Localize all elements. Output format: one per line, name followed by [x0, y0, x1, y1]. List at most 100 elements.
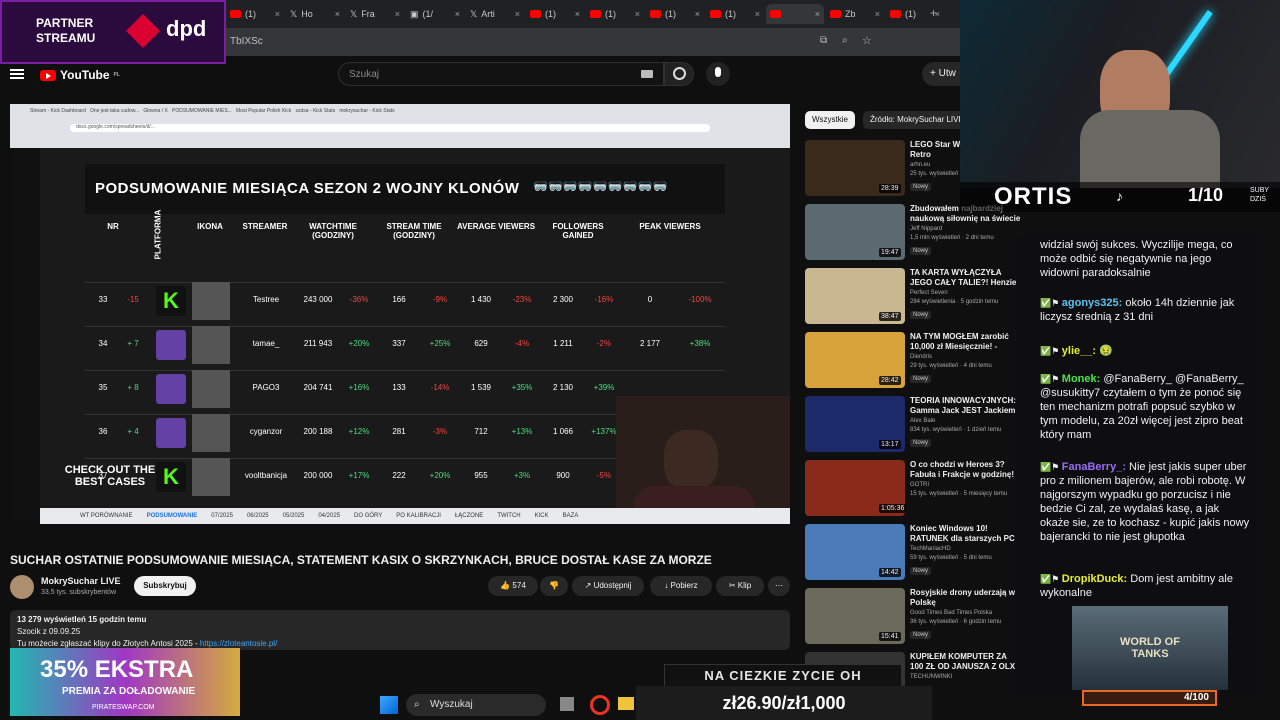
video-player[interactable]: Stream - Kick Dashboard One jest taka cu… — [10, 104, 790, 524]
video-title[interactable]: KUPIŁEM KOMPUTER ZA 100 ZŁ OD JANUSZA Z … — [910, 652, 1022, 672]
recommended-video[interactable]: 19:47 Zbudowałem najbardziej naukową siło… — [805, 204, 1020, 264]
channel-name[interactable]: TECHUNWINKI — [910, 674, 952, 680]
chat-username[interactable]: Monek: — [1062, 373, 1101, 385]
channel-name[interactable]: TechManiacHD — [910, 546, 951, 552]
browser-tab[interactable]: 𝕏 Fra × — [346, 4, 404, 24]
youtube-logo[interactable]: YouTube PL — [40, 68, 120, 82]
close-icon[interactable]: × — [275, 9, 280, 19]
channel-name[interactable]: Diendris — [910, 354, 932, 360]
more-actions-button[interactable]: ⋯ — [768, 576, 790, 596]
chat-text: Nie jest jakis super uber pro z milionem… — [1040, 461, 1250, 543]
youtube-icon — [650, 10, 661, 18]
browser-tab[interactable]: (1) × — [586, 4, 644, 24]
close-icon[interactable]: × — [755, 9, 760, 19]
recommended-video[interactable]: 1:05:36 O co chodzi w Heroes 3? Fabuła i … — [805, 460, 1014, 520]
browser-tab[interactable]: × — [766, 4, 824, 24]
chat-username[interactable]: FanaBerry_: — [1062, 461, 1126, 473]
close-icon[interactable]: × — [395, 9, 400, 19]
chat-username[interactable]: agonys325: — [1062, 297, 1123, 309]
close-icon[interactable]: × — [515, 9, 520, 19]
browser-tab[interactable]: (1) × — [646, 4, 704, 24]
video-title[interactable]: TEORIA INNOWACYJNYCH: Gamma Jack JEST Ja… — [910, 396, 1022, 416]
task-view-icon[interactable] — [560, 697, 574, 711]
channel-name[interactable]: Jeff Nippard — [910, 226, 942, 232]
video-title[interactable]: NA TYM MOGŁEM zarobić 10,000 zł Miesięcz… — [910, 332, 1022, 352]
sheet-tab[interactable]: BAZA — [563, 513, 579, 519]
search-input[interactable]: Szukaj — [338, 62, 664, 86]
zoom-icon[interactable]: ⌕ — [842, 35, 848, 46]
recommended-video[interactable]: 13:17 TEORIA INNOWACYJNYCH: Gamma Jack JE… — [805, 396, 1016, 456]
voice-search-button[interactable] — [706, 62, 730, 86]
clip-button[interactable]: ✂ Klip — [716, 576, 764, 596]
browser-tab[interactable]: ▣ (1/ × — [406, 4, 464, 24]
sheet-tabs: WT PORÓWNANIE PODSUMOWANIE 07/2025 06/2025 0… — [40, 508, 790, 524]
sheet-tab[interactable]: PODSUMOWANIE — [147, 513, 198, 519]
browser-tab[interactable]: 𝕏 Ho × — [286, 4, 344, 24]
video-title[interactable]: Koniec Windows 10! RATUNEK dla starszych… — [910, 524, 1022, 544]
browser-tab[interactable]: (1) × — [526, 4, 584, 24]
create-button[interactable]: + Utw — [922, 62, 962, 86]
channel-name[interactable]: Perfect Seven — [910, 290, 948, 296]
channel-name[interactable]: Good Times Bad Times Polska — [910, 610, 992, 616]
sheet-cell: PAGO3 — [252, 383, 280, 392]
like-button[interactable]: 👍 574 — [488, 576, 538, 596]
browser-tab[interactable]: (1) × — [226, 4, 284, 24]
channel-avatar[interactable] — [10, 575, 34, 599]
description-link[interactable]: https://zloteantosie.pl/ — [200, 639, 277, 648]
sheet-tab[interactable]: ŁĄCZONE — [455, 513, 483, 519]
browser-tab[interactable]: (1) × — [706, 4, 764, 24]
recommended-video[interactable]: 14:42 Koniec Windows 10! RATUNEK dla star… — [805, 524, 1015, 584]
search-button[interactable] — [664, 62, 694, 86]
chip-all[interactable]: Wszystkie — [805, 111, 855, 129]
video-title[interactable]: TA KARTA WYŁĄCZYŁA JEGO CAŁY TALIE?! Hen… — [910, 268, 1022, 288]
install-icon[interactable]: ⧉ — [820, 35, 827, 46]
close-icon[interactable]: × — [875, 9, 880, 19]
close-icon[interactable]: × — [695, 9, 700, 19]
close-icon[interactable]: × — [575, 9, 580, 19]
close-icon[interactable]: × — [335, 9, 340, 19]
video-title[interactable]: Rosyjskie drony uderzają w Polskę — [910, 588, 1022, 608]
channel-name[interactable]: Alex Bale — [910, 418, 935, 424]
channel-name[interactable]: GOTRI — [910, 482, 929, 488]
close-icon[interactable]: × — [635, 9, 640, 19]
channel-name[interactable]: arhn.eu — [910, 162, 930, 168]
recommended-video[interactable]: 28:42 NA TYM MOGŁEM zarobić 10,000 zł Mie… — [805, 332, 1009, 392]
youtube-play-icon — [40, 69, 56, 81]
sheet-cell: +20% — [429, 471, 451, 480]
subscribe-button[interactable]: Subskrybuj — [134, 576, 196, 596]
dislike-button[interactable]: 👎 — [540, 576, 568, 596]
chat-username[interactable]: DropikDuck: — [1062, 573, 1127, 585]
chat-username[interactable]: ylie__: — [1062, 345, 1096, 357]
sheet-tab[interactable]: 05/2025 — [283, 513, 305, 519]
windows-start-icon[interactable] — [380, 696, 398, 714]
sheet-cell: 1 066 — [552, 427, 574, 436]
close-icon[interactable]: × — [815, 9, 820, 19]
thumbs-down-icon: 👎 — [549, 581, 559, 590]
sheet-tab[interactable]: TWITCH — [497, 513, 520, 519]
recommended-video[interactable]: 15:41 Rosyjskie drony uderzają w Polskę Go… — [805, 588, 1015, 648]
share-button[interactable]: ↗ Udostępnij — [572, 576, 644, 596]
sheet-tab[interactable]: WT PORÓWNANIE — [80, 513, 133, 519]
bookmark-star-icon[interactable]: ☆ — [862, 34, 872, 47]
sheet-tab[interactable]: DO GÓRY — [354, 513, 382, 519]
recommended-video[interactable]: 38:47 TA KARTA WYŁĄCZYŁA JEGO CAŁY TALIE?… — [805, 268, 1016, 328]
taskbar-search[interactable]: ⌕ Wyszukaj — [406, 694, 546, 716]
folder-icon[interactable] — [618, 697, 634, 710]
sheet-tab[interactable]: 04/2025 — [318, 513, 340, 519]
chip-source[interactable]: Źródło: MokrySuchar LIVE — [863, 111, 971, 129]
new-tab-button[interactable]: + — [930, 6, 937, 20]
channel-name[interactable]: MokrySuchar LIVE — [41, 576, 121, 586]
menu-icon[interactable] — [10, 69, 24, 79]
video-title[interactable]: O co chodzi w Heroes 3? Fabuła i Frakcje… — [910, 460, 1022, 480]
keyboard-icon[interactable] — [641, 70, 653, 78]
close-icon[interactable]: × — [455, 9, 460, 19]
opera-icon[interactable] — [590, 695, 610, 715]
sheet-tab[interactable]: 06/2025 — [247, 513, 269, 519]
sheet-tab[interactable]: 07/2025 — [211, 513, 233, 519]
browser-tab[interactable]: Zb × — [826, 4, 884, 24]
sheet-tab[interactable]: PO KALIBRACJI — [396, 513, 441, 519]
video-description[interactable]: 13 279 wyświetleń 15 godzin temu Szocik … — [10, 610, 790, 650]
browser-tab[interactable]: 𝕏 Arti × — [466, 4, 524, 24]
sheet-tab[interactable]: KICK — [535, 513, 549, 519]
download-button[interactable]: ↓ Pobierz — [650, 576, 712, 596]
